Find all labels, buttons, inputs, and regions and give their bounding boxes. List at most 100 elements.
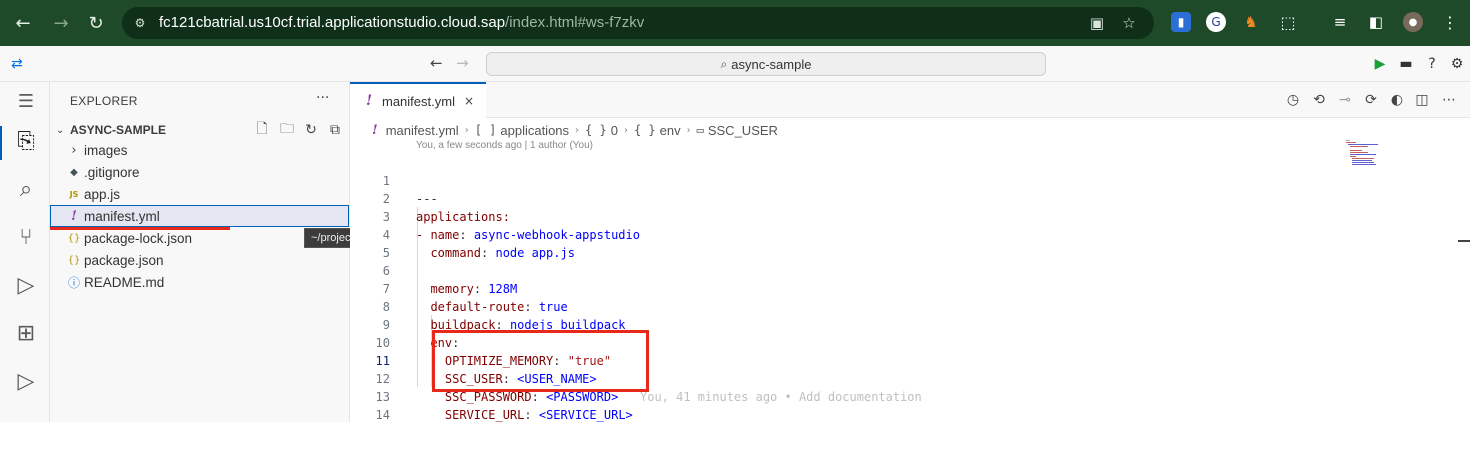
new-folder-icon[interactable]: 🗀 [278,121,296,139]
code-line[interactable]: 9 env: [350,298,1450,350]
back-arrow-icon[interactable]: ← [11,11,35,35]
previous-change-icon[interactable]: ⟲ [1310,91,1328,109]
tree-item-app-js[interactable]: JS app.js [50,183,350,205]
tree-item-label: app.js [84,186,121,202]
code-line[interactable]: 8 buildpack: nodejs_buildpack [350,280,1450,332]
chevron-right-icon: › [686,124,691,136]
source-control-icon[interactable]: ⑂ [13,224,39,250]
refresh-icon[interactable]: ↻ [302,121,320,139]
active-indicator [0,126,2,160]
compare-changes-icon[interactable]: ◐ [1388,91,1406,109]
metamask-icon[interactable]: ♞ [1241,12,1261,32]
run-icon[interactable]: ▶ [1371,55,1389,73]
yaml-file-icon: ! [372,122,378,138]
tree-item-images[interactable]: › images [50,139,350,161]
code-line[interactable]: 7 default-route: true [350,262,1450,314]
ide-title-bar: ⇄ ← → ⌕ async-sample ▶ ▬ ? ⚙ [0,46,1470,82]
line-text: SERVICE_URL: <SERVICE_URL> [444,408,633,422]
extensions-icon[interactable]: ⊞ [13,320,39,346]
command-center-search[interactable]: ⌕ async-sample [486,52,1046,76]
tree-item-manifest-yml[interactable]: ! manifest.yml [50,205,350,227]
hamburger-menu-icon[interactable]: ☰ [13,88,39,114]
object-icon: { } [585,123,607,137]
extensions-icon[interactable]: ⬚ [1278,12,1298,32]
explorer-files-icon[interactable]: ⎘ [13,128,39,154]
scrollbar-marker[interactable] [1458,240,1470,242]
run-debug-icon[interactable]: ▷ [13,272,39,298]
forward-arrow-icon[interactable]: → [49,11,73,35]
sidepanel-icon[interactable]: ◧ [1366,12,1386,32]
yaml-file-icon: ! [366,93,373,109]
chevron-right-icon: › [575,124,580,136]
git-file-icon: ◆ [70,166,78,178]
code-line[interactable]: 4 command: node app.js [350,208,1450,260]
tab-manifest-yml[interactable]: ! manifest.yml × [350,82,486,118]
json-file-icon: {} [67,254,81,266]
tree-item-label: .gitignore [84,164,140,180]
panel-toggle-icon[interactable]: ▬ [1397,55,1415,73]
tree-item-label: package-lock.json [84,230,193,246]
minimap[interactable] [1346,138,1380,166]
tree-item-label: images [84,142,128,158]
screenshot-icon[interactable]: ▣ [1088,14,1106,32]
breadcrumb-applications[interactable]: applications [500,123,569,138]
search-icon: ⌕ [720,56,728,71]
tab-search-icon[interactable]: ≡ [1330,12,1350,32]
tab-strip: ! manifest.yml × ◷ ⟲ ⊸ ⟳ ◐ ◫ ⋯ [350,82,1470,118]
tab-label: manifest.yml [382,93,455,109]
run-icon[interactable]: ▷ [13,368,39,394]
new-file-icon[interactable]: 🗋 [253,121,271,139]
settings-gear-icon[interactable]: ⚙ [1448,55,1466,73]
editor-area: ! manifest.yml × ◷ ⟲ ⊸ ⟳ ◐ ◫ ⋯ ! manifes… [350,82,1470,422]
more-actions-icon[interactable]: ⋯ [1440,91,1458,109]
tree-item-label: manifest.yml [84,208,160,224]
info-icon: ⓘ [67,275,80,290]
url-text[interactable]: fc121cbatrial.us10cf.trial.applicationst… [159,14,644,31]
star-icon[interactable]: ☆ [1120,14,1138,32]
commit-icon[interactable]: ⊸ [1336,91,1354,109]
browser-toolbar: ← → ↻ ⚙ fc121cbatrial.us10cf.trial.appli… [0,0,1470,46]
address-bar[interactable]: ⚙ fc121cbatrial.us10cf.trial.application… [122,7,1154,39]
extension-circle-icon[interactable]: G [1206,12,1226,32]
array-icon: [ ] [474,123,497,137]
codelens-blame[interactable]: You, a few seconds ago | 1 author (You) [416,140,593,151]
more-actions-icon[interactable]: ··· [316,90,329,106]
tree-item-package-json[interactable]: {} package.json [50,249,350,271]
tree-item-gitignore[interactable]: ◆ .gitignore [50,161,350,183]
activity-bar: ☰ ⎘ ⌕ ⑂ ▷ ⊞ ▷ [0,82,50,422]
chevron-down-icon: ⌄ [56,124,65,136]
code-line[interactable]: 3 - name: async-webhook-appstudio [350,190,1450,242]
help-icon[interactable]: ? [1423,55,1441,73]
code-line[interactable]: 2 applications: [350,172,1450,224]
forward-arrow-icon[interactable]: → [456,54,474,72]
back-arrow-icon[interactable]: ← [430,54,448,72]
next-change-icon[interactable]: ⟳ [1362,91,1380,109]
menu-icon[interactable]: ⋮ [1440,12,1460,32]
profile-icon[interactable]: ● [1403,12,1423,32]
breadcrumb-file[interactable]: manifest.yml [386,123,459,138]
tree-item-label: README.md [84,274,165,290]
object-icon: { } [633,123,656,137]
url-host: fc121cbatrial.us10cf.trial.applicationst… [159,14,506,31]
site-info-icon[interactable]: ⚙ [132,15,148,31]
explorer-sidebar: EXPLORER ··· ⌄ ASYNC-SAMPLE 🗋 🗀 ↻ ⧉ › im… [50,82,502,422]
code-line[interactable]: 1 --- [350,154,1450,206]
extension-blue-icon[interactable]: ▮ [1171,12,1191,32]
workspace-name: ASYNC-SAMPLE [70,123,167,137]
split-editor-icon[interactable]: ◫ [1413,91,1431,109]
chevron-right-icon: › [464,124,469,136]
reload-icon[interactable]: ↻ [84,11,108,35]
breadcrumb-key[interactable]: SSC_USER [708,123,778,138]
line-number: 14 [375,408,390,422]
timeline-icon[interactable]: ◷ [1284,91,1302,109]
chevron-right-icon: › [71,142,77,158]
collapse-all-icon[interactable]: ⧉ [326,121,344,139]
close-icon[interactable]: × [464,94,474,108]
breadcrumb-index[interactable]: 0 [611,123,618,138]
tree-item-readme-md[interactable]: ⓘ README.md [50,271,350,293]
tree-item-label: package.json [84,252,164,268]
search-icon[interactable]: ⌕ [13,176,39,202]
code-line[interactable]: 5 [350,226,1450,260]
breadcrumb-env[interactable]: env [660,123,681,138]
code-line[interactable]: 6 memory: 128M [350,244,1450,296]
